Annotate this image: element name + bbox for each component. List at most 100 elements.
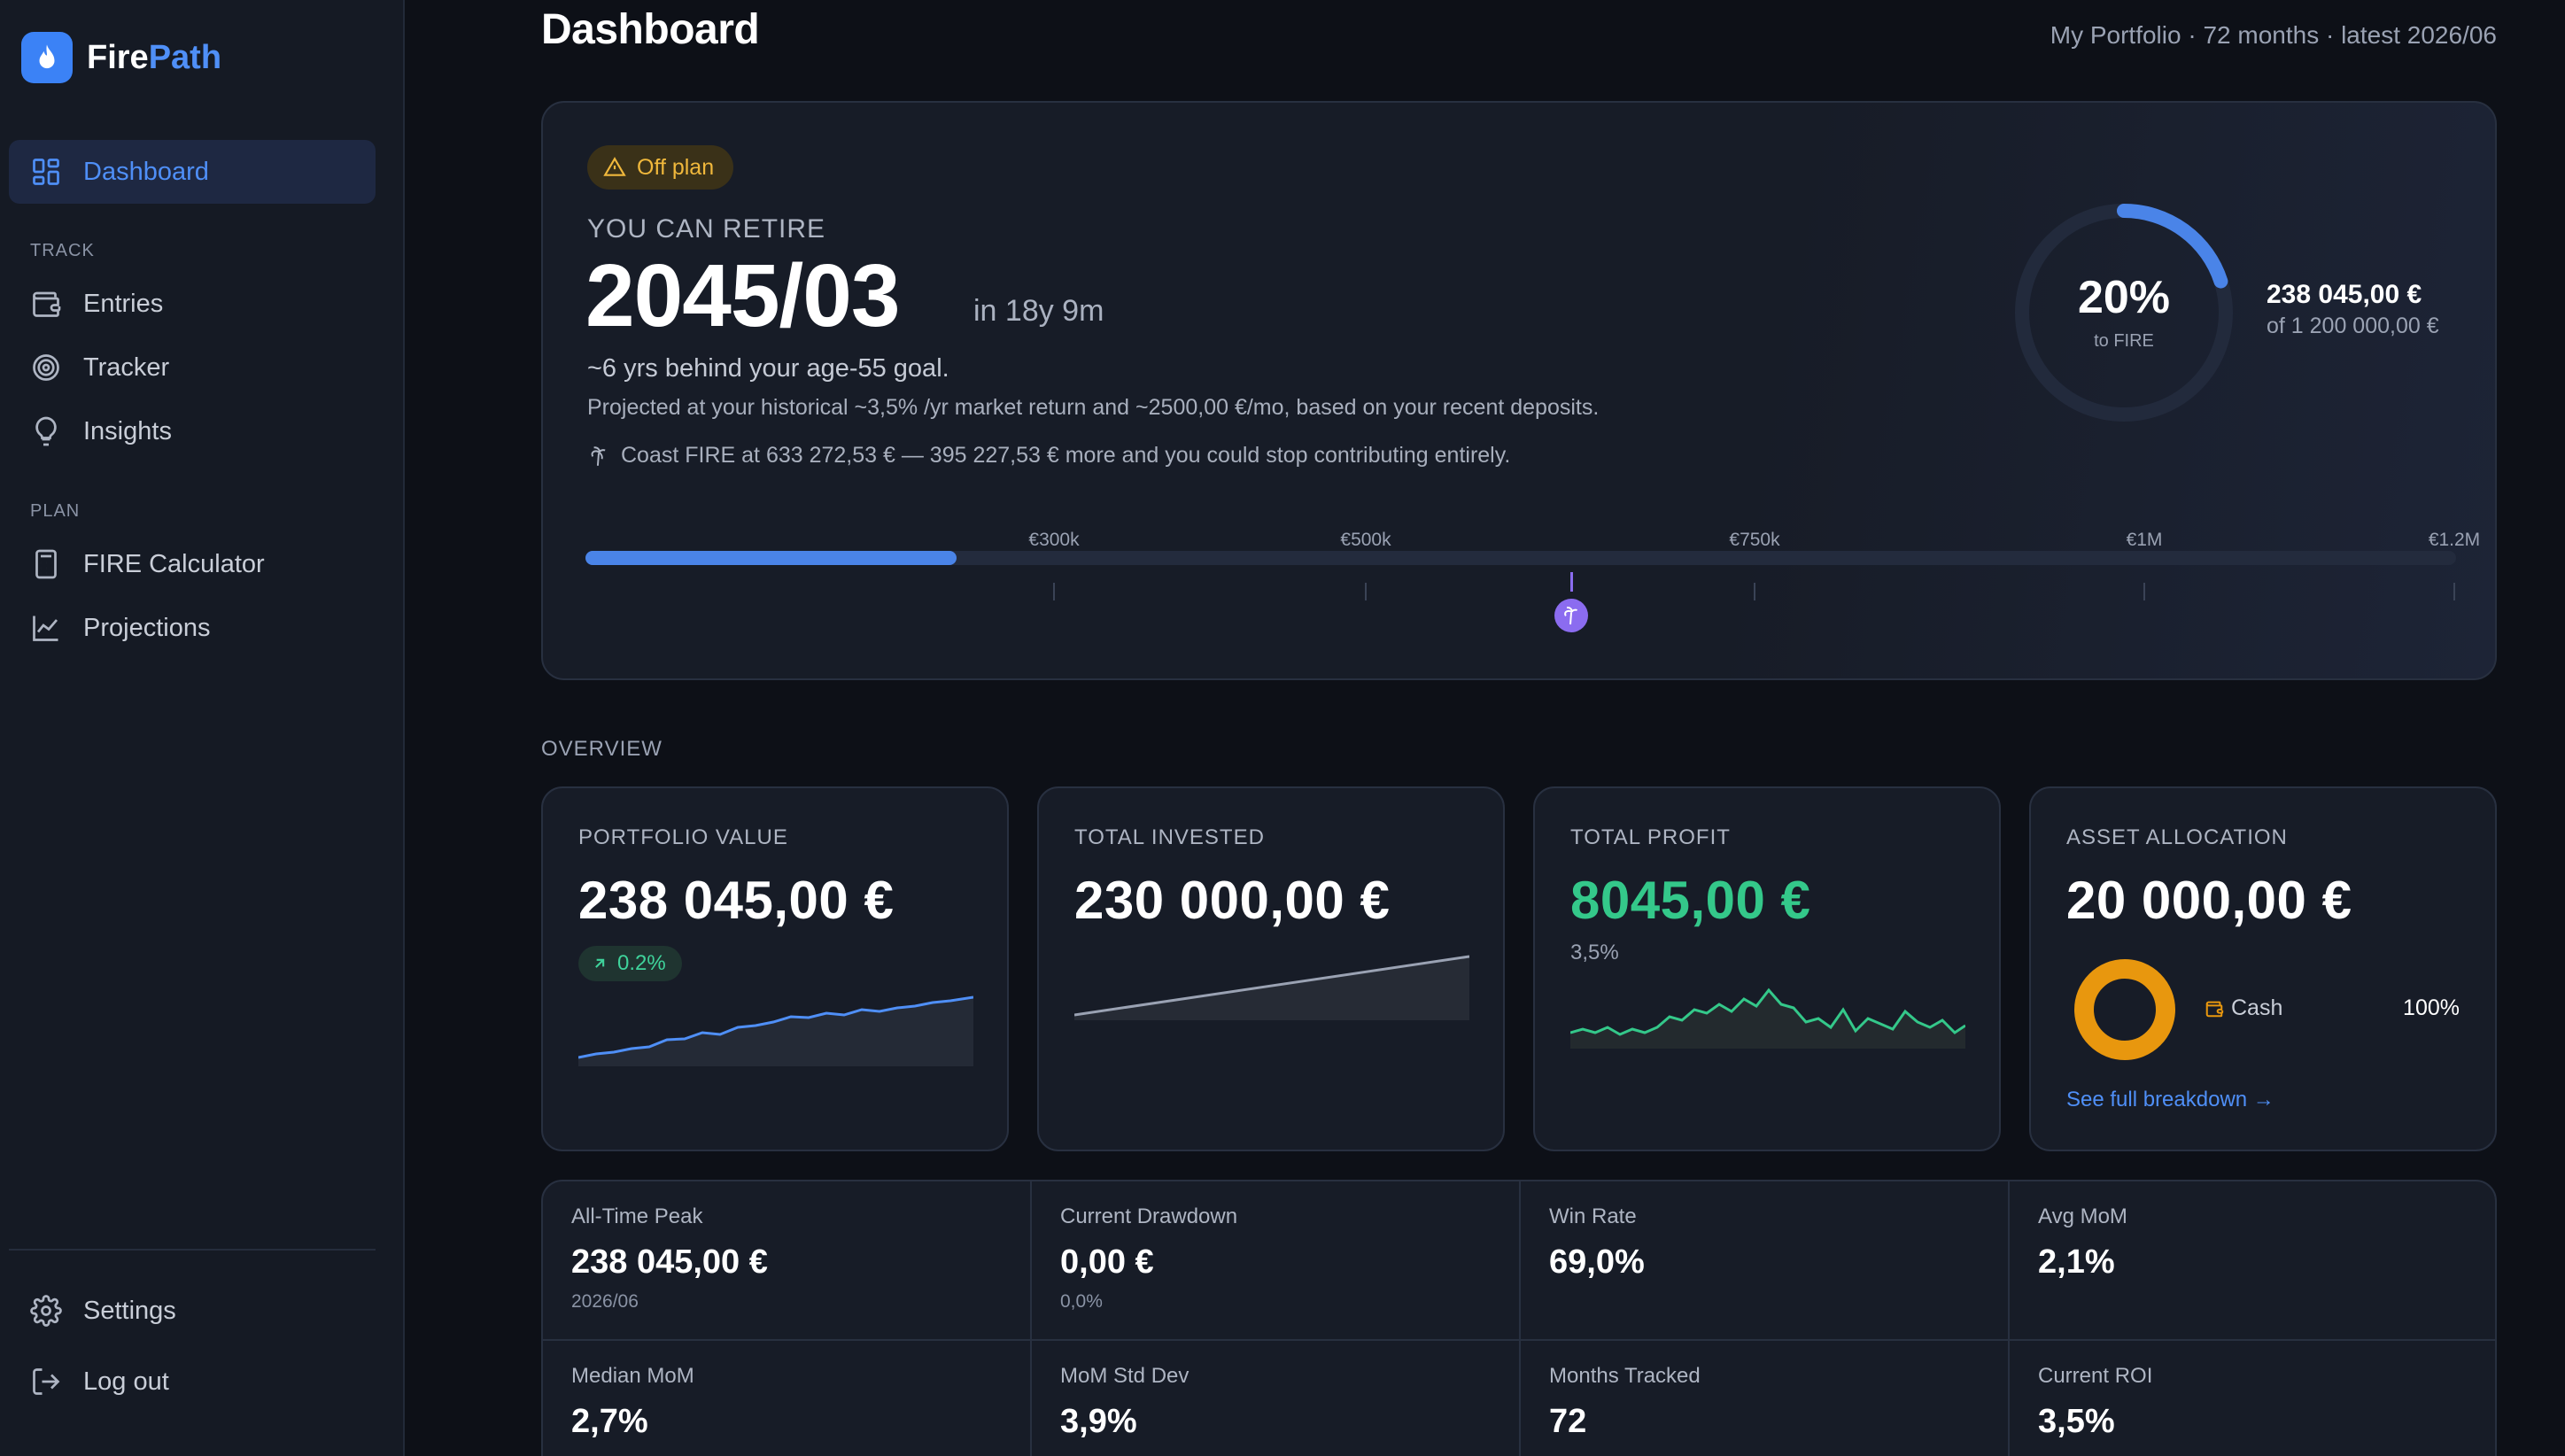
- nav-section-track: TRACK: [30, 241, 95, 260]
- badge-label: Off plan: [637, 154, 715, 180]
- coast-text: Coast FIRE at 633 272,53 € — 395 227,53 …: [621, 443, 1511, 468]
- track-tick: [1754, 583, 1755, 600]
- coast-fire-marker[interactable]: [1554, 599, 1588, 632]
- palm-tree-icon: [1564, 607, 1577, 625]
- stat-label: Win Rate: [1549, 1204, 1637, 1228]
- sidebar-item-label: Entries: [83, 289, 164, 318]
- stat-all-time-peak: All-Time Peak 238 045,00 € 2026/06: [543, 1181, 1032, 1341]
- coast-fire-marker-line: [1570, 572, 1573, 592]
- sidebar-item-insights[interactable]: Insights: [9, 399, 376, 463]
- track-tick: [1053, 583, 1055, 600]
- projection-note: Projected at your historical ~3,5% /yr m…: [587, 395, 1600, 420]
- track-tick: [1365, 583, 1367, 600]
- stat-sub: 0,0%: [1060, 1291, 1103, 1312]
- change-value: 0.2%: [617, 951, 666, 975]
- card-title: PORTFOLIO VALUE: [578, 825, 788, 849]
- stat-median-mom: Median MoM 2,7%: [543, 1341, 1032, 1456]
- app-logo[interactable]: FirePath: [21, 32, 221, 83]
- fire-percent: 20%: [2077, 272, 2171, 323]
- target-icon: [33, 354, 59, 381]
- portfolio-sparkline: [578, 995, 973, 1066]
- stat-months-tracked: Months Tracked 72: [1521, 1341, 2010, 1456]
- see-full-breakdown-link[interactable]: See full breakdown →: [2066, 1088, 2274, 1112]
- stat-mom-std-dev: MoM Std Dev 3,9%: [1032, 1341, 1521, 1456]
- card-title: ASSET ALLOCATION: [2066, 825, 2288, 849]
- app-name: FirePath: [87, 38, 222, 76]
- nav-section-plan: PLAN: [30, 501, 81, 521]
- tick-label-750k: €750k: [1729, 530, 1780, 550]
- line-chart-icon: [33, 616, 58, 641]
- stat-label: MoM Std Dev: [1060, 1364, 1190, 1388]
- sidebar-item-label: Settings: [83, 1296, 176, 1325]
- stat-sub: 2026/06: [571, 1291, 639, 1312]
- stat-label: All-Time Peak: [571, 1204, 703, 1228]
- tick-label-1m: €1M: [2126, 530, 2163, 550]
- invested-value: 230 000,00 €: [1074, 871, 1391, 930]
- arrow-up-right-icon: [595, 958, 605, 968]
- sidebar-item-label: FIRE Calculator: [83, 549, 265, 578]
- stat-label: Median MoM: [571, 1364, 694, 1388]
- logout-icon: [33, 1368, 60, 1395]
- fire-progress-track: [585, 551, 2456, 565]
- stat-label: Months Tracked: [1549, 1364, 1701, 1388]
- tick-label-500k: €500k: [1340, 530, 1391, 550]
- stat-value: 3,9%: [1060, 1403, 1137, 1440]
- retire-countdown: in 18y 9m: [973, 294, 1104, 328]
- tick-label-300k: €300k: [1028, 530, 1080, 550]
- total-profit-card[interactable]: TOTAL PROFIT 8045,00 € 3,5%: [1533, 786, 2001, 1151]
- allocation-value: 20 000,00 €: [2066, 871, 2352, 930]
- sidebar-item-label: Dashboard: [83, 157, 209, 186]
- fire-progress-ring: 20% to FIRE: [2013, 202, 2235, 423]
- profit-percent: 3,5%: [1570, 941, 1619, 964]
- page-title: Dashboard: [541, 6, 760, 53]
- allocation-donut: [2074, 959, 2175, 1060]
- portfolio-value: 238 045,00 €: [578, 871, 895, 930]
- profit-value: 8045,00 €: [1570, 871, 1811, 930]
- fire-progress-fill: [585, 551, 957, 565]
- flame-icon: [21, 32, 73, 83]
- stat-value: 2,7%: [571, 1403, 648, 1440]
- profit-sparkline: [1570, 987, 1965, 1049]
- stat-value: 0,00 €: [1060, 1243, 1154, 1281]
- dashboard-icon: [33, 159, 59, 185]
- stat-value: 2,1%: [2038, 1243, 2115, 1281]
- allocation-asset-name: Cash: [2231, 995, 2283, 1020]
- stat-value: 238 045,00 €: [571, 1243, 768, 1281]
- stat-value: 72: [1549, 1403, 1587, 1440]
- stat-win-rate: Win Rate 69,0%: [1521, 1181, 2010, 1341]
- sidebar-item-logout[interactable]: Log out: [9, 1350, 376, 1413]
- sidebar-item-label: Log out: [83, 1367, 169, 1396]
- gear-icon: [30, 1295, 62, 1327]
- sidebar-item-dashboard[interactable]: Dashboard: [9, 140, 376, 204]
- sidebar-item-projections[interactable]: Projections: [9, 596, 376, 660]
- total-invested-card[interactable]: TOTAL INVESTED 230 000,00 €: [1037, 786, 1505, 1151]
- stat-current-roi: Current ROI 3,5%: [2010, 1341, 2495, 1456]
- coast-fire-note: Coast FIRE at 633 272,53 € — 395 227,53 …: [587, 443, 1510, 469]
- track-tick: [2453, 583, 2455, 600]
- retire-label: YOU CAN RETIRE: [587, 214, 826, 244]
- card-title: TOTAL INVESTED: [1074, 825, 1265, 849]
- card-title: TOTAL PROFIT: [1570, 825, 1731, 849]
- portfolio-value-card[interactable]: PORTFOLIO VALUE 238 045,00 € 0.2%: [541, 786, 1009, 1151]
- retire-date: 2045/03: [585, 246, 900, 345]
- sidebar-item-tracker[interactable]: Tracker: [9, 336, 376, 399]
- stat-current-drawdown: Current Drawdown 0,00 € 0,0%: [1032, 1181, 1521, 1341]
- palm-tree-icon: [591, 445, 606, 466]
- target-amount: of 1 200 000,00 €: [2267, 314, 2439, 338]
- sidebar-item-fire-calculator[interactable]: FIRE Calculator: [9, 532, 376, 596]
- tick-label-1-2m: €1.2M: [2428, 530, 2481, 550]
- stat-label: Avg MoM: [2038, 1204, 2127, 1228]
- stat-label: Current Drawdown: [1060, 1204, 1238, 1228]
- fire-percent-label: to FIRE: [2094, 331, 2154, 351]
- wallet-icon: [2205, 1001, 2224, 1018]
- off-plan-badge: Off plan: [587, 145, 734, 190]
- sidebar-item-settings[interactable]: Settings: [9, 1279, 376, 1343]
- calculator-icon: [35, 549, 57, 579]
- stat-avg-mom: Avg MoM 2,1%: [2010, 1181, 2495, 1341]
- stat-value: 3,5%: [2038, 1403, 2115, 1440]
- asset-allocation-card[interactable]: ASSET ALLOCATION 20 000,00 € Cash 100% S…: [2029, 786, 2497, 1151]
- allocation-asset-percent: 100%: [2403, 995, 2460, 1020]
- stat-value: 69,0%: [1549, 1243, 1645, 1281]
- sidebar-item-label: Tracker: [83, 352, 170, 382]
- sidebar-item-entries[interactable]: Entries: [9, 272, 376, 336]
